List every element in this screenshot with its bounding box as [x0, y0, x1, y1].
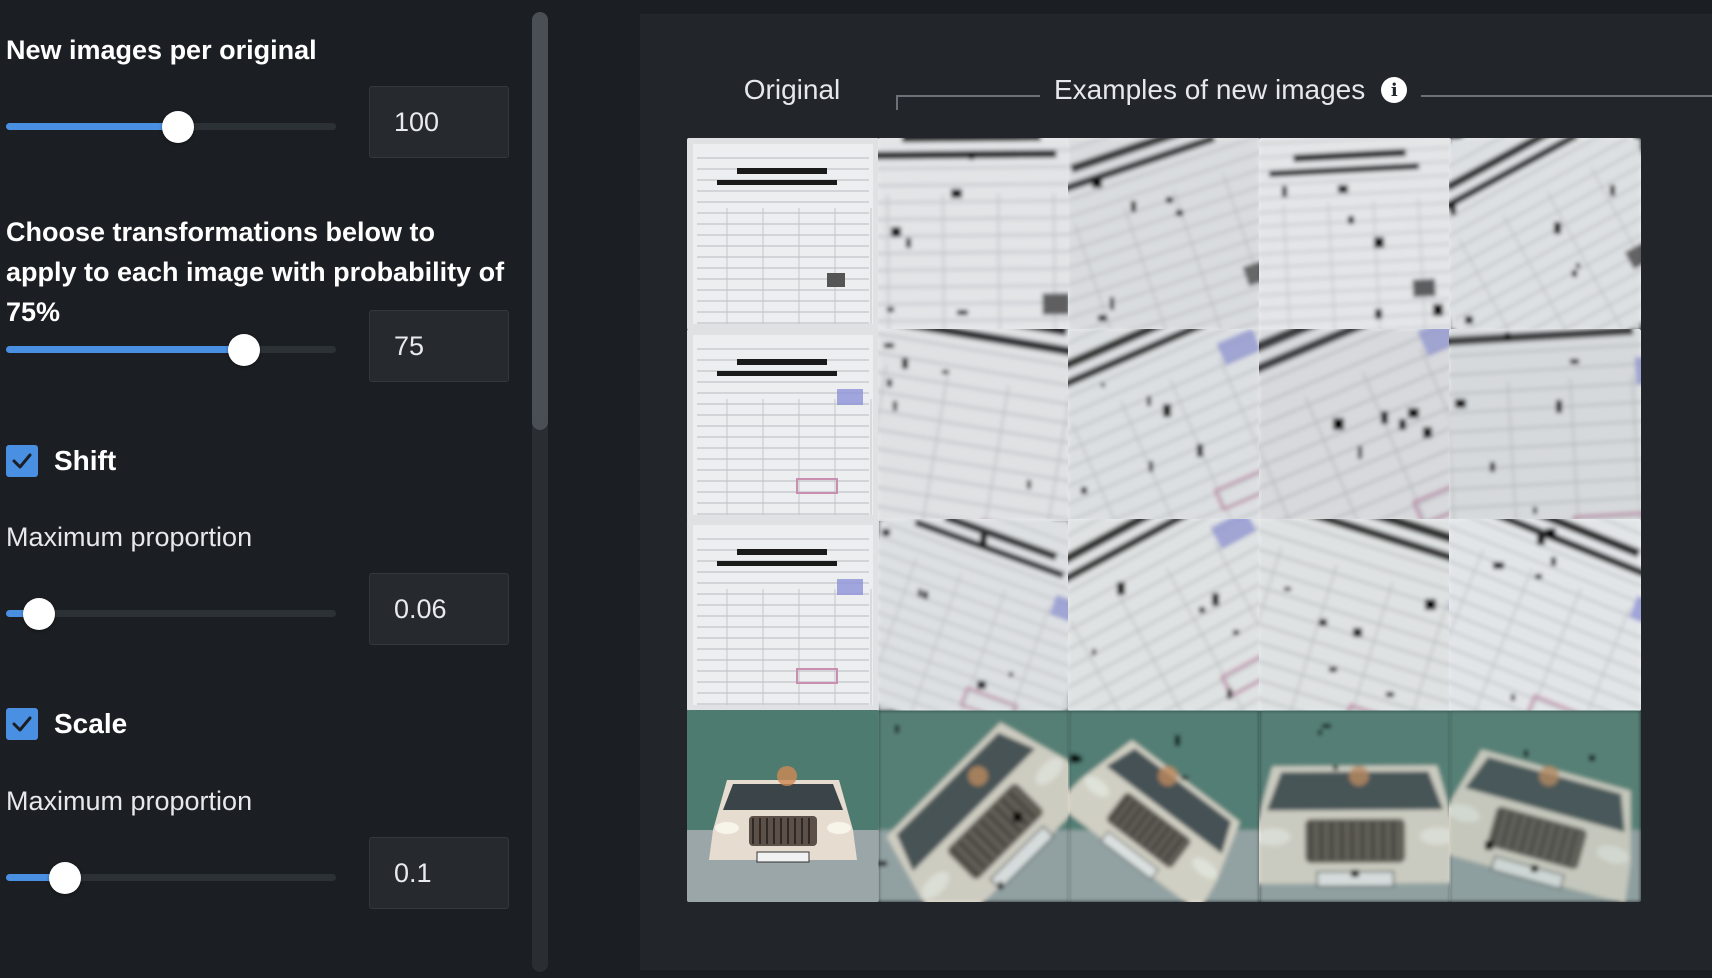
settings-panel: New images per original Choose transform… [0, 0, 520, 970]
scale-slider[interactable] [6, 862, 336, 892]
new-images-input[interactable] [369, 86, 509, 158]
shift-input[interactable] [369, 573, 509, 645]
original-image[interactable] [687, 519, 879, 711]
shift-label: Shift [54, 445, 116, 477]
slider-thumb[interactable] [162, 111, 194, 143]
augmented-image[interactable] [1259, 138, 1451, 330]
augmented-image[interactable] [1449, 138, 1641, 330]
scale-checkbox-row[interactable]: Scale [6, 708, 127, 740]
slider-track [6, 610, 336, 617]
augmented-image[interactable] [878, 519, 1070, 711]
original-column-header: Original [692, 72, 892, 108]
slider-fill [6, 346, 244, 353]
augmented-image[interactable] [1068, 519, 1260, 711]
scale-label: Scale [54, 708, 127, 740]
scale-input[interactable] [369, 837, 509, 909]
original-image[interactable] [687, 710, 879, 902]
examples-header: Examples of new images i [1040, 72, 1421, 108]
slider-thumb[interactable] [49, 862, 81, 894]
shift-checkbox-row[interactable]: Shift [6, 445, 116, 477]
augmented-image[interactable] [1068, 710, 1260, 902]
slider-fill [6, 123, 178, 130]
examples-column-header: Examples of new images [1054, 72, 1365, 108]
augmented-image[interactable] [1068, 329, 1260, 521]
probability-slider[interactable] [6, 334, 336, 364]
settings-scrollbar[interactable] [532, 12, 548, 972]
image-grid [687, 138, 1712, 978]
augmented-image[interactable] [1068, 138, 1260, 330]
augmented-image[interactable] [1259, 710, 1451, 902]
augmented-image[interactable] [878, 138, 1070, 330]
original-image[interactable] [687, 138, 879, 330]
augmented-image[interactable] [1449, 329, 1641, 521]
augmented-image[interactable] [1259, 329, 1451, 521]
checkmark-icon [11, 450, 33, 472]
scale-checkbox[interactable] [6, 708, 38, 740]
slider-thumb[interactable] [23, 598, 55, 630]
original-image[interactable] [687, 329, 879, 521]
shift-checkbox[interactable] [6, 445, 38, 477]
checkmark-icon [11, 713, 33, 735]
slider-thumb[interactable] [228, 334, 260, 366]
augmented-image[interactable] [1449, 519, 1641, 711]
preview-panel: Original Examples of new images i [640, 14, 1712, 970]
shift-slider[interactable] [6, 598, 336, 628]
info-icon[interactable]: i [1381, 77, 1407, 103]
augmented-image[interactable] [1259, 519, 1451, 711]
augmented-image[interactable] [878, 329, 1070, 521]
scrollbar-thumb[interactable] [532, 12, 548, 430]
augmented-image[interactable] [1449, 710, 1641, 902]
probability-input[interactable] [369, 310, 509, 382]
new-images-slider[interactable] [6, 111, 336, 141]
shift-max-proportion-label: Maximum proportion [6, 522, 252, 553]
scale-max-proportion-label: Maximum proportion [6, 786, 252, 817]
new-images-label: New images per original [6, 30, 317, 70]
augmented-image[interactable] [878, 710, 1070, 902]
